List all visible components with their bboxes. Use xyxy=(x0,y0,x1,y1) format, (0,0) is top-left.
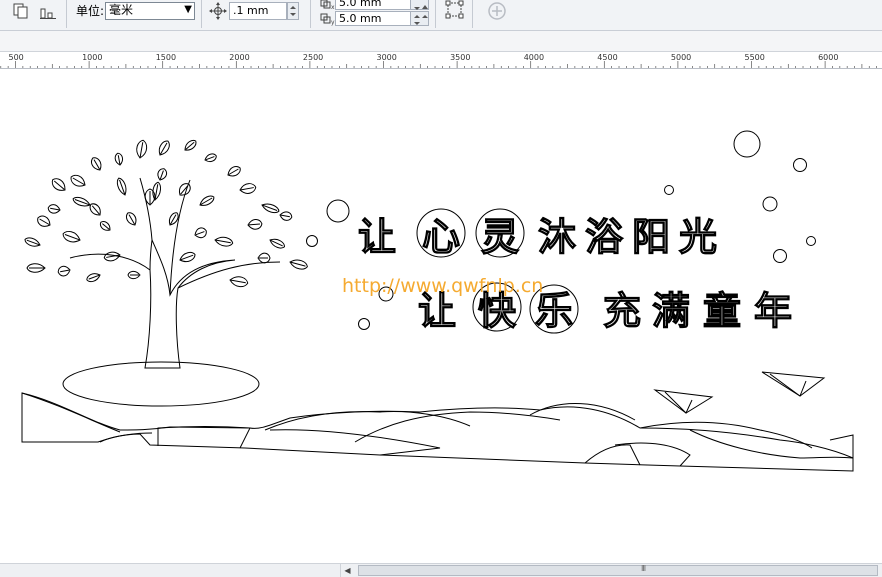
duplicate-x-value: 5.0 mm xyxy=(339,0,382,9)
toolbar-separator xyxy=(310,0,311,28)
duplicate-x-input[interactable]: 5.0 mm xyxy=(335,0,411,10)
leaf-shape xyxy=(116,177,127,196)
add-icon[interactable] xyxy=(487,1,507,21)
slogan-char: 童 xyxy=(703,289,741,333)
leaf-shape xyxy=(24,237,41,247)
leaf-shape xyxy=(184,139,197,151)
scroll-thumb-grip: III xyxy=(641,564,646,573)
tree-illustration xyxy=(62,177,281,407)
slogan-char: 心 xyxy=(422,215,460,259)
ruler-label: 1500 xyxy=(155,53,177,62)
toolbar-separator xyxy=(472,0,473,28)
leaf-shape xyxy=(70,174,86,187)
nudge-distance-value: .1 mm xyxy=(233,4,269,17)
horizontal-ruler[interactable]: 500 1000 1500 2000 2500 3000 3500 4000 4500 5000 5… xyxy=(0,51,882,69)
paper-plane-right xyxy=(761,371,826,397)
align-icon[interactable] xyxy=(38,1,58,21)
ruler-label: 2000 xyxy=(229,53,250,62)
leaf-shape xyxy=(91,157,102,171)
leaf-shape xyxy=(72,196,91,207)
leaf-shape xyxy=(26,263,46,273)
leaf-shape xyxy=(57,265,71,277)
duplicate-y-spinner[interactable] xyxy=(410,11,429,26)
slogan-char: 光 xyxy=(679,215,717,259)
leaf-shape xyxy=(114,152,124,166)
slogan-char: 充 xyxy=(603,289,641,333)
leaf-shape xyxy=(269,238,286,249)
paper-plane-left xyxy=(653,389,714,414)
toolbar-spacer xyxy=(0,31,882,51)
toolbar-separator xyxy=(435,0,436,28)
leaf-shape xyxy=(229,276,249,288)
slogan-char: 阳 xyxy=(632,215,670,259)
slogan-line-1: 让 心 灵 沐 浴 阳 光 xyxy=(357,214,717,259)
leaf-shape xyxy=(247,218,263,230)
slogan-char: 沐 xyxy=(538,215,576,259)
ruler-label: 1000 xyxy=(82,53,103,62)
ruler-label: 500 xyxy=(8,53,24,62)
leaf-shape xyxy=(279,211,293,221)
leaf-shape xyxy=(62,230,81,243)
slogan-char: 让 xyxy=(358,215,396,259)
leaf-shape xyxy=(289,259,308,270)
ground-hills xyxy=(21,392,854,472)
leaf-shape xyxy=(152,181,161,201)
leaf-shape xyxy=(214,236,234,247)
duplicate-y-value: 5.0 mm xyxy=(339,12,382,25)
leaf-shape xyxy=(126,212,137,226)
leaf-shape xyxy=(204,153,217,163)
ruler-label: 6000 xyxy=(818,53,839,62)
leaf-shape xyxy=(86,273,101,283)
leaf-shape xyxy=(47,204,61,214)
transform-object-icon[interactable] xyxy=(445,0,465,20)
leaf-shape xyxy=(199,195,215,206)
nudge-icon xyxy=(208,1,228,21)
drawing-artwork: 让 心 灵 沐 浴 阳 光 让 快 乐 充 满 童 年 xyxy=(21,130,854,472)
watermark-text: http://www.qwfnlp.cn xyxy=(342,275,544,297)
leaf-shape xyxy=(127,270,141,280)
leaf-shape xyxy=(257,252,271,264)
leaf-shape xyxy=(261,203,280,214)
toolbar-separator xyxy=(201,0,202,28)
ruler-label: 3000 xyxy=(376,53,397,62)
property-bar: 单位: 毫米 ▼ .1 mm x 5.0 mm y 5.0 mm xyxy=(0,0,882,31)
duplicate-y-input[interactable]: 5.0 mm xyxy=(335,11,411,26)
slogan-char: 年 xyxy=(754,289,792,333)
leaf-shape xyxy=(179,251,196,263)
leaf-shape xyxy=(37,215,51,227)
ruler-label: 4000 xyxy=(523,53,545,62)
leaf-shape xyxy=(227,166,241,177)
leaf-shape xyxy=(99,221,111,231)
unit-select[interactable]: 毫米 ▼ xyxy=(105,2,195,20)
slogan-char: 浴 xyxy=(585,215,624,259)
nudge-distance-input[interactable]: .1 mm xyxy=(229,2,287,20)
leaf-shape xyxy=(157,168,168,181)
leaf-shape xyxy=(136,139,148,159)
nudge-spinner[interactable] xyxy=(287,2,299,20)
leaf-shape xyxy=(194,227,207,239)
duplicate-x-spinner[interactable] xyxy=(410,0,429,10)
ruler-label: 5500 xyxy=(744,53,765,62)
unit-select-value: 毫米 xyxy=(109,3,134,17)
leaf-shape xyxy=(158,140,170,156)
ruler-label: 5000 xyxy=(670,53,692,62)
drawing-canvas[interactable]: 让 心 灵 沐 浴 阳 光 让 快 乐 充 满 童 年 xyxy=(0,69,882,563)
leaf-shape xyxy=(89,203,101,216)
pages-icon[interactable] xyxy=(11,1,31,21)
scroll-thumb[interactable]: III xyxy=(358,564,878,576)
dropdown-arrow-icon[interactable]: ▼ xyxy=(184,3,192,17)
unit-label: 单位: xyxy=(76,4,105,18)
leaf-shape xyxy=(51,178,66,191)
toolbar-separator xyxy=(66,0,67,28)
horizontal-scrollbar[interactable]: ◀ III xyxy=(0,563,882,577)
scroll-left-button[interactable]: ◀ xyxy=(340,564,354,577)
ruler-label: 2500 xyxy=(302,53,324,62)
leaf-shape xyxy=(239,183,257,194)
tree-leaves xyxy=(24,139,308,288)
slogan-char: 满 xyxy=(652,289,690,333)
ruler-label: 3500 xyxy=(450,53,471,62)
ruler-label: 4500 xyxy=(597,53,618,62)
slogan-char: 灵 xyxy=(481,215,519,259)
